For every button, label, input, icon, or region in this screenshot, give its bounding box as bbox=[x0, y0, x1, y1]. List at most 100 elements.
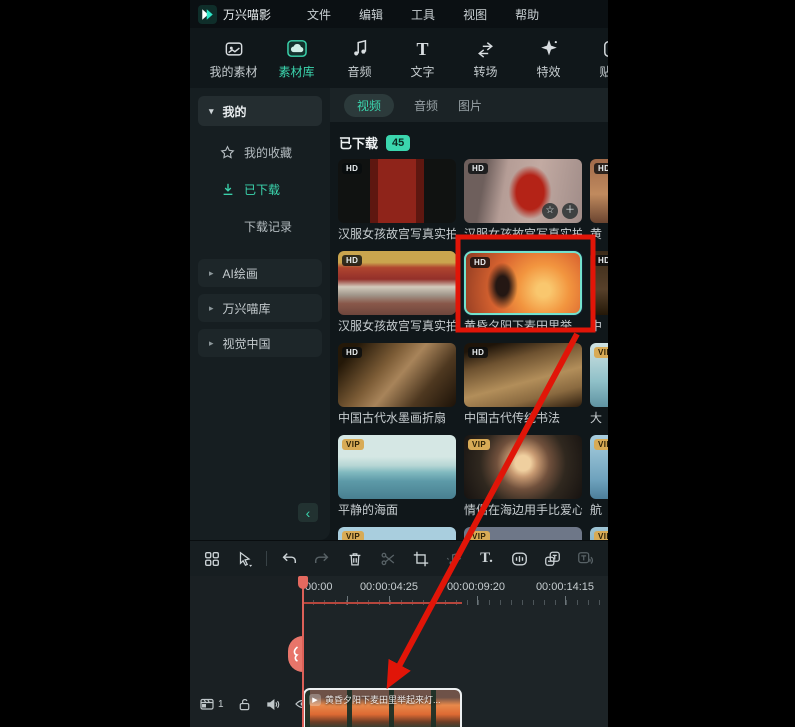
video-thumbnail[interactable]: HD bbox=[590, 251, 608, 315]
select-tool-button[interactable] bbox=[228, 546, 261, 572]
media-card[interactable]: VIP 大 bbox=[590, 343, 608, 425]
video-thumbnail[interactable]: VIP bbox=[464, 527, 582, 540]
tab-label: 素材库 bbox=[278, 63, 314, 80]
media-card[interactable]: VIP 平静的海面 bbox=[338, 435, 456, 517]
video-thumbnail[interactable]: HD bbox=[338, 159, 456, 223]
sidebar-group-my[interactable]: ▾ 我的 bbox=[198, 96, 322, 126]
caret-right-icon: ▸ bbox=[209, 303, 214, 314]
redo-button[interactable] bbox=[305, 546, 338, 572]
media-card[interactable]: VIP bbox=[464, 527, 582, 540]
media-card-label: 中国古代传统书法 bbox=[464, 411, 582, 425]
sidebar-group-ai-painting[interactable]: ▸ AI绘画 bbox=[198, 259, 322, 287]
video-thumbnail-selected[interactable]: HD bbox=[464, 251, 582, 315]
menu-file[interactable]: 文件 bbox=[293, 6, 345, 23]
vip-badge: VIP bbox=[594, 439, 608, 450]
tab-label: 文字 bbox=[410, 63, 434, 80]
video-thumbnail[interactable]: VIP bbox=[590, 435, 608, 499]
timeline-ruler[interactable]: 00:00 00:00:04:25 00:00:09:20 00:00:14:1… bbox=[302, 576, 608, 606]
add-text-button[interactable]: T. bbox=[470, 546, 503, 572]
media-card[interactable]: VIP bbox=[338, 527, 456, 540]
video-thumbnail[interactable]: HD ☆ ＋ bbox=[464, 159, 582, 223]
track-number: 1 bbox=[218, 699, 224, 710]
track-mute-icon[interactable] bbox=[265, 697, 281, 712]
menu-help[interactable]: 帮助 bbox=[501, 6, 553, 23]
library-content: 视频 音频 图片 已下载 45 HD 汉服女孩故宫写真实拍 HD bbox=[330, 88, 608, 540]
sidebar-group-wondershare-lib[interactable]: ▸ 万兴喵库 bbox=[198, 294, 322, 322]
tab-label: 音频 bbox=[347, 63, 371, 80]
media-card[interactable]: HD 汉服女孩故宫写真实拍 bbox=[338, 251, 456, 333]
video-thumbnail[interactable]: VIP bbox=[464, 435, 582, 499]
vip-badge: VIP bbox=[342, 439, 364, 450]
media-card-label: 汉服女孩故宫写真实拍 bbox=[338, 227, 456, 241]
undo-button[interactable] bbox=[272, 546, 305, 572]
audio-detach-button[interactable] bbox=[437, 546, 470, 572]
tab-library[interactable]: 素材库 bbox=[265, 36, 328, 80]
video-thumbnail[interactable]: VIP bbox=[338, 527, 456, 540]
cut-button[interactable] bbox=[371, 546, 404, 572]
sidebar-item-download-history[interactable]: 下载记录 bbox=[190, 208, 330, 245]
sidebar-item-label: 我的收藏 bbox=[244, 144, 292, 161]
media-card[interactable]: VIP bbox=[590, 527, 608, 540]
playhead[interactable] bbox=[302, 576, 304, 727]
tab-transition[interactable]: 转场 bbox=[454, 36, 517, 80]
menu-edit[interactable]: 编辑 bbox=[345, 6, 397, 23]
tab-label: 特效 bbox=[536, 63, 560, 80]
media-grid: HD 汉服女孩故宫写真实拍 HD ☆ ＋ 汉服女孩故宫写真实拍 bbox=[330, 159, 608, 540]
tab-text[interactable]: T 文字 bbox=[391, 36, 454, 80]
sidebar-collapse-button[interactable]: ‹ bbox=[298, 503, 318, 522]
favorite-button[interactable]: ☆ bbox=[542, 203, 558, 219]
video-thumbnail[interactable]: HD bbox=[338, 343, 456, 407]
media-card[interactable]: VIP 航 bbox=[590, 435, 608, 517]
tab-effects[interactable]: 特效 bbox=[517, 36, 580, 80]
media-card[interactable]: HD ☆ ＋ 汉服女孩故宫写真实拍 bbox=[464, 159, 582, 241]
sidebar-item-label: 下载记录 bbox=[244, 218, 292, 235]
video-thumbnail[interactable]: HD bbox=[338, 251, 456, 315]
media-tab-audio[interactable]: 音频 bbox=[414, 97, 438, 114]
delete-button[interactable] bbox=[338, 546, 371, 572]
sidebar-item-favorites[interactable]: 我的收藏 bbox=[190, 134, 330, 171]
sidebar-group-label: 视觉中国 bbox=[223, 335, 271, 352]
media-card-label: 黄昏夕阳下麦田里举... bbox=[464, 319, 582, 333]
tab-audio[interactable]: 音频 bbox=[328, 36, 391, 80]
timeline: 00:00 00:00:04:25 00:00:09:20 00:00:14:1… bbox=[190, 576, 608, 727]
add-to-timeline-button[interactable]: ＋ bbox=[562, 203, 578, 219]
playhead-cap[interactable] bbox=[298, 576, 308, 589]
menu-tools[interactable]: 工具 bbox=[397, 6, 449, 23]
menubar: 万兴喵影 文件 编辑 工具 视图 帮助 bbox=[190, 0, 608, 28]
media-card-label: 汉服女孩故宫写真实拍 bbox=[338, 319, 456, 333]
media-card-selected[interactable]: HD 黄昏夕阳下麦田里举... bbox=[464, 251, 582, 333]
video-thumbnail[interactable]: VIP bbox=[590, 343, 608, 407]
timeline-clip[interactable]: ▶ 黄昏夕阳下麦田里举起来灯... bbox=[303, 688, 462, 727]
hd-badge: HD bbox=[470, 257, 490, 268]
media-card[interactable]: HD 中国古代传统书法 bbox=[464, 343, 582, 425]
voiceover-button[interactable] bbox=[503, 546, 536, 572]
speech-to-text-button[interactable] bbox=[536, 546, 569, 572]
media-card[interactable]: HD 中 bbox=[590, 251, 608, 333]
media-card[interactable]: HD 汉服女孩故宫写真实拍 bbox=[338, 159, 456, 241]
layout-grid-button[interactable] bbox=[195, 546, 228, 572]
sidebar-item-downloaded[interactable]: 已下载 bbox=[190, 171, 330, 208]
hd-badge: HD bbox=[468, 163, 488, 174]
video-thumbnail[interactable]: VIP bbox=[590, 527, 608, 540]
thumb-hover-actions: ☆ ＋ bbox=[542, 203, 578, 219]
hd-badge: HD bbox=[468, 347, 488, 358]
sidebar-group-visual-china[interactable]: ▸ 视觉中国 bbox=[198, 329, 322, 357]
media-tab-video[interactable]: 视频 bbox=[344, 94, 394, 117]
hd-badge: HD bbox=[594, 255, 608, 266]
track-lock-icon[interactable] bbox=[237, 697, 252, 712]
video-thumbnail[interactable]: HD bbox=[590, 159, 608, 223]
media-card[interactable]: HD 黄 bbox=[590, 159, 608, 241]
video-thumbnail[interactable]: HD bbox=[464, 343, 582, 407]
tab-stickers[interactable]: 贴纸 bbox=[580, 36, 608, 80]
menu-view[interactable]: 视图 bbox=[449, 6, 501, 23]
tab-label: 我的素材 bbox=[209, 63, 257, 80]
crop-button[interactable] bbox=[404, 546, 437, 572]
tab-my-media[interactable]: 我的素材 bbox=[202, 36, 265, 80]
media-card[interactable]: HD 中国古代水墨画折扇 bbox=[338, 343, 456, 425]
chevron-left-icon: ‹ bbox=[306, 506, 311, 520]
caret-right-icon: ▸ bbox=[209, 268, 214, 279]
video-thumbnail[interactable]: VIP bbox=[338, 435, 456, 499]
text-to-speech-button[interactable] bbox=[569, 546, 602, 572]
media-tab-image[interactable]: 图片 bbox=[458, 97, 482, 114]
media-card[interactable]: VIP 情侣在海边用手比爱心 bbox=[464, 435, 582, 517]
